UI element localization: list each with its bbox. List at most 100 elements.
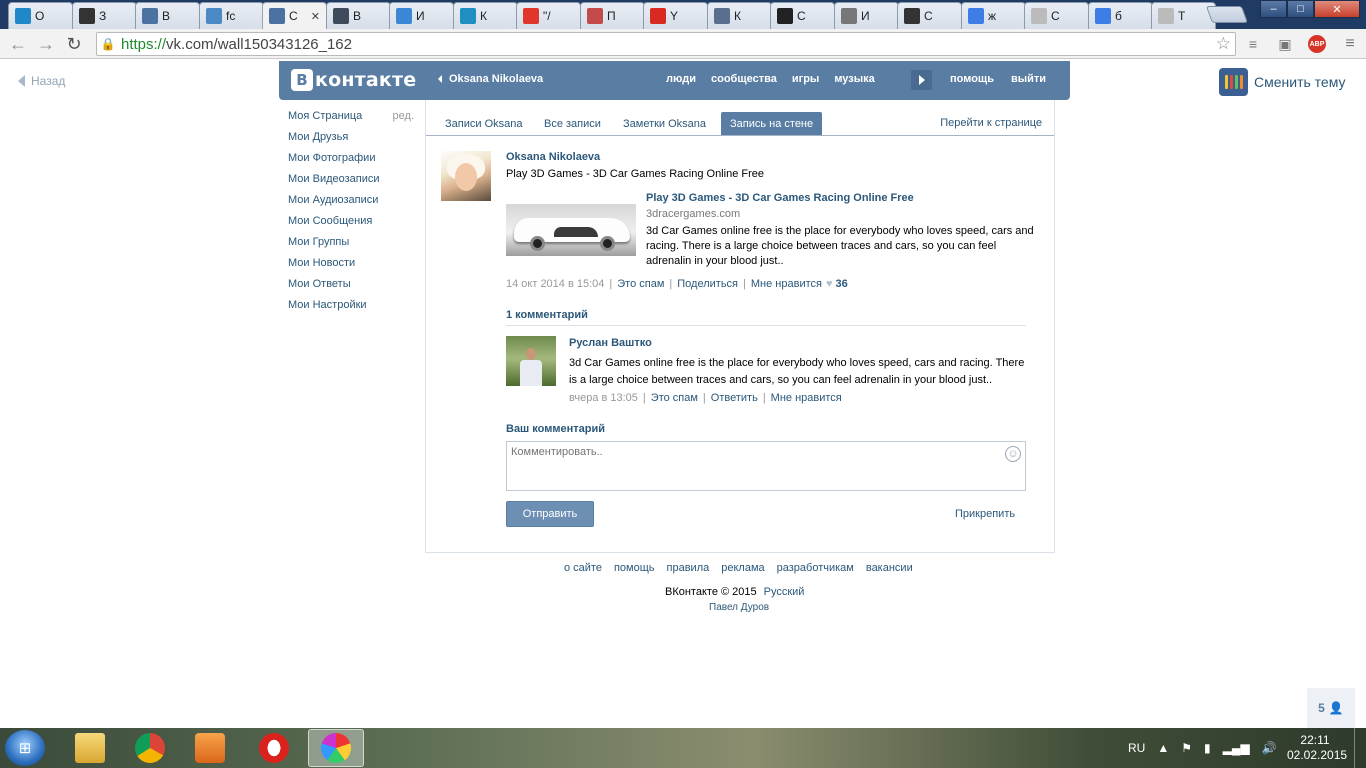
menu-item-audio[interactable]: Мои Аудиозаписи: [288, 194, 414, 215]
menu-item-messages[interactable]: Мои Сообщения: [288, 215, 414, 236]
likes-count[interactable]: 36: [836, 278, 848, 290]
browser-tab[interactable]: П: [580, 2, 645, 29]
comment-input[interactable]: [507, 442, 1025, 490]
browser-tab[interactable]: fc: [199, 2, 264, 29]
browser-tab[interactable]: З: [72, 2, 137, 29]
nav-games[interactable]: игры: [792, 73, 819, 85]
menu-item-news[interactable]: Мои Новости: [288, 257, 414, 278]
nav-people[interactable]: люди: [666, 73, 696, 85]
forward-arrow-icon[interactable]: →: [34, 32, 58, 56]
taskbar-opera[interactable]: [246, 729, 302, 767]
link-title[interactable]: Play 3D Games - 3D Car Games Racing Onli…: [646, 192, 914, 204]
tab-wall-post[interactable]: Запись на стене: [721, 112, 823, 135]
author-avatar[interactable]: [441, 151, 491, 201]
link-thumbnail[interactable]: [506, 204, 636, 256]
heart-icon[interactable]: ♥: [826, 278, 833, 290]
browser-tab[interactable]: В: [326, 2, 391, 29]
chat-icon[interactable]: ▣: [1276, 35, 1294, 53]
browser-tab[interactable]: И: [389, 2, 454, 29]
clock[interactable]: 22:11 02.02.2015: [1287, 733, 1347, 763]
nav-music[interactable]: музыка: [834, 73, 874, 85]
like-link[interactable]: Мне нравится: [751, 278, 822, 290]
commenter-avatar[interactable]: [506, 336, 556, 386]
taskbar-explorer[interactable]: [62, 729, 118, 767]
input-language[interactable]: RU: [1128, 741, 1145, 755]
browser-tab[interactable]: В: [135, 2, 200, 29]
close-window-button[interactable]: ✕: [1314, 0, 1360, 18]
back-link[interactable]: Назад: [18, 74, 65, 88]
bookmark-star-icon[interactable]: ☆: [1216, 34, 1231, 54]
new-tab-button[interactable]: [1205, 6, 1249, 23]
attach-link[interactable]: Прикрепить: [955, 508, 1015, 520]
share-link[interactable]: Поделиться: [677, 278, 738, 290]
browser-tab[interactable]: К: [453, 2, 518, 29]
vk-logo[interactable]: В контакте: [291, 69, 416, 91]
footer-about[interactable]: о сайте: [564, 562, 602, 574]
browser-tab[interactable]: К: [707, 2, 772, 29]
spam-link[interactable]: Это спам: [617, 278, 664, 290]
footer-help[interactable]: помощь: [614, 562, 655, 574]
menu-icon[interactable]: ≡: [1341, 35, 1359, 53]
online-friends-button[interactable]: 5 👤: [1307, 688, 1355, 728]
footer-rules[interactable]: правила: [667, 562, 710, 574]
comment-date[interactable]: вчера в 13:05: [569, 392, 638, 404]
menu-item-photos[interactable]: Мои Фотографии: [288, 152, 414, 173]
footer-developers[interactable]: разработчикам: [777, 562, 854, 574]
show-hidden-icons-icon[interactable]: ▲: [1157, 741, 1169, 755]
menu-item-groups[interactable]: Мои Группы: [288, 236, 414, 257]
taskbar-chrome[interactable]: [122, 729, 178, 767]
tab-all-posts[interactable]: Все записи: [535, 112, 610, 135]
post-date[interactable]: 14 окт 2014 в 15:04: [506, 278, 604, 290]
browser-tab[interactable]: С ✕: [262, 2, 327, 29]
nav-help[interactable]: помощь: [950, 73, 994, 85]
goto-page-link[interactable]: Перейти к странице: [940, 117, 1042, 129]
comment-spam-link[interactable]: Это спам: [651, 392, 698, 404]
flag-icon[interactable]: ⚑: [1181, 741, 1192, 755]
header-user-link[interactable]: Oksana Nikolaeva: [438, 73, 543, 85]
language-link[interactable]: Русский: [764, 586, 805, 598]
browser-tab[interactable]: И: [834, 2, 899, 29]
comment-author[interactable]: Руслан Ваштко: [569, 337, 652, 349]
footer-jobs[interactable]: вакансии: [866, 562, 913, 574]
reload-icon[interactable]: ↻: [62, 32, 86, 56]
minimize-button[interactable]: –: [1260, 0, 1287, 18]
menu-item-friends[interactable]: Мои Друзья: [288, 131, 414, 152]
music-play-button[interactable]: [911, 70, 932, 90]
signal-icon[interactable]: ▂▄▆: [1223, 741, 1250, 755]
browser-tab[interactable]: Y: [643, 2, 708, 29]
menu-item-my-page[interactable]: Моя Страница ред.: [288, 110, 414, 131]
show-desktop-button[interactable]: [1354, 728, 1366, 768]
reader-icon[interactable]: ≡: [1244, 35, 1262, 53]
back-arrow-icon[interactable]: ←: [6, 32, 30, 56]
browser-tab[interactable]: С: [1024, 2, 1089, 29]
browser-tab[interactable]: б: [1088, 2, 1153, 29]
send-button[interactable]: Отправить: [506, 501, 594, 527]
nav-logout[interactable]: выйти: [1011, 73, 1046, 85]
browser-tab[interactable]: "/: [516, 2, 581, 29]
smiley-icon[interactable]: ☺: [1005, 446, 1021, 462]
comment-like-link[interactable]: Мне нравится: [771, 392, 842, 404]
menu-item-videos[interactable]: Мои Видеозаписи: [288, 173, 414, 194]
adblock-icon[interactable]: ABP: [1308, 35, 1326, 53]
tab-oksana-posts[interactable]: Записи Oksana: [436, 112, 531, 135]
browser-tab[interactable]: ж: [961, 2, 1026, 29]
author-link[interactable]: Павел Дуров: [709, 602, 769, 613]
tab-oksana-notes[interactable]: Заметки Oksana: [614, 112, 715, 135]
taskbar-paint[interactable]: [308, 729, 364, 767]
browser-tab[interactable]: О: [8, 2, 73, 29]
close-tab-icon[interactable]: ✕: [311, 10, 320, 23]
post-author[interactable]: Oksana Nikolaeva: [506, 151, 600, 163]
battery-icon[interactable]: ▮: [1204, 741, 1211, 755]
comment-reply-link[interactable]: Ответить: [711, 392, 758, 404]
edit-link[interactable]: ред.: [393, 110, 414, 131]
volume-icon[interactable]: 🔊: [1262, 741, 1277, 755]
menu-item-answers[interactable]: Мои Ответы: [288, 278, 414, 299]
menu-item-settings[interactable]: Мои Настройки: [288, 299, 414, 320]
address-bar[interactable]: 🔒 https:// vk.com/wall150343126_162 ☆: [96, 32, 1236, 56]
start-button[interactable]: ⊞: [5, 730, 45, 766]
maximize-button[interactable]: □: [1287, 0, 1314, 18]
footer-ads[interactable]: реклама: [721, 562, 764, 574]
nav-communities[interactable]: сообщества: [711, 73, 777, 85]
browser-tab[interactable]: С: [897, 2, 962, 29]
change-theme-button[interactable]: Сменить тему: [1219, 68, 1346, 96]
